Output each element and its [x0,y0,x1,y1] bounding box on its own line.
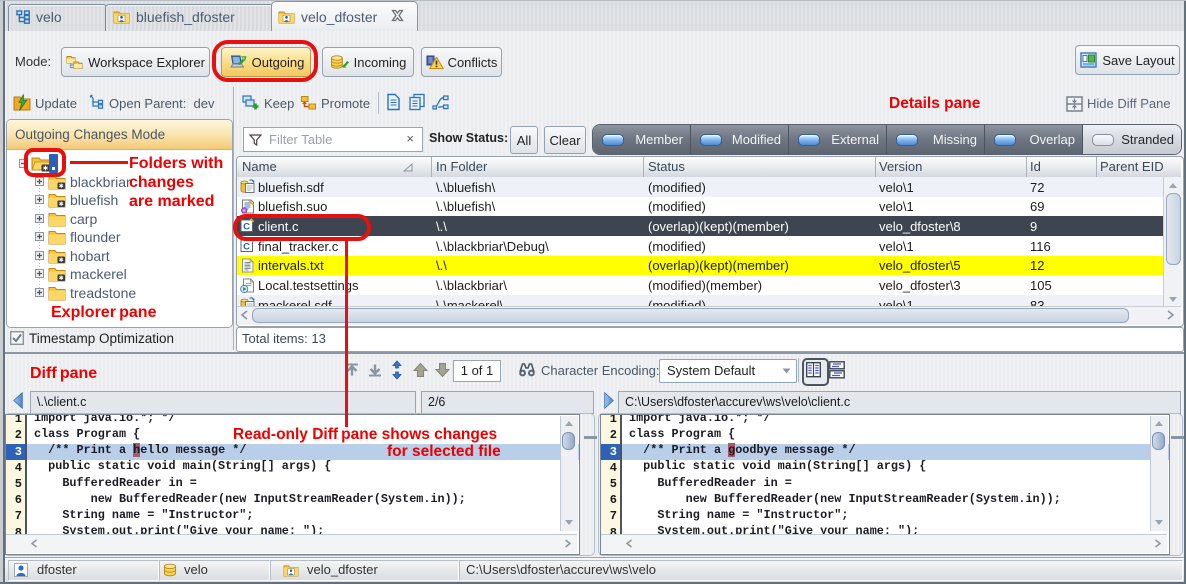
svg-text:C: C [243,242,250,253]
